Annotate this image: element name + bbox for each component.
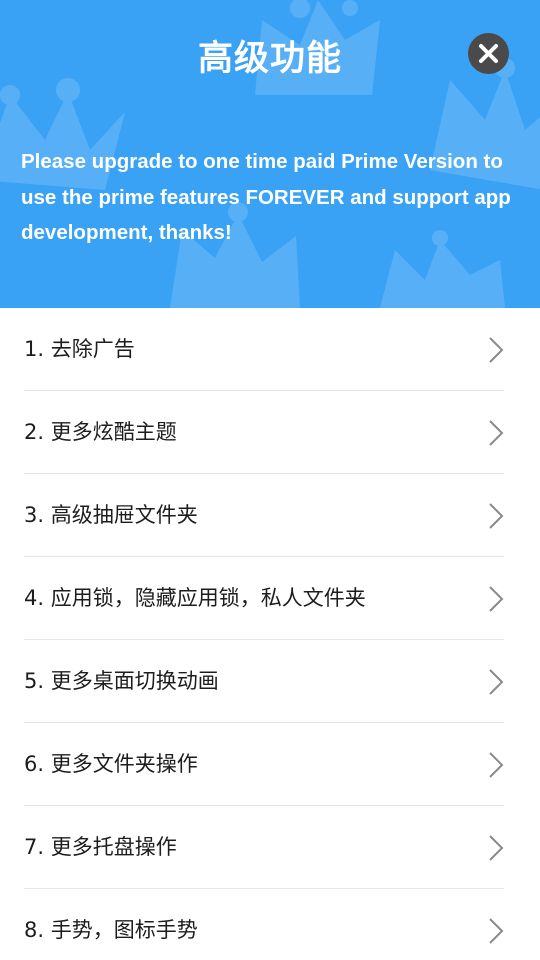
close-button[interactable] [468, 33, 509, 74]
chevron-right-icon [489, 337, 504, 363]
chevron-right-icon [489, 503, 504, 529]
feature-item-app-lock[interactable]: 4. 应用锁，隐藏应用锁，私人文件夹 [0, 557, 540, 640]
chevron-right-icon [489, 752, 504, 778]
feature-label: 4. 应用锁，隐藏应用锁，私人文件夹 [24, 586, 366, 610]
feature-item-transitions[interactable]: 5. 更多桌面切换动画 [0, 640, 540, 723]
header-banner: 高级功能 Please upgrade to one time paid Pri… [0, 0, 540, 308]
feature-item-folder-actions[interactable]: 6. 更多文件夹操作 [0, 723, 540, 806]
feature-item-remove-ads[interactable]: 1. 去除广告 [0, 308, 540, 391]
upgrade-message: Please upgrade to one time paid Prime Ve… [21, 150, 511, 244]
close-icon [479, 44, 498, 63]
feature-list: 1. 去除广告 2. 更多炫酷主题 3. 高级抽屉文件夹 4. 应用锁，隐藏应用… [0, 308, 540, 960]
feature-label: 7. 更多托盘操作 [24, 835, 177, 859]
feature-label: 3. 高级抽屉文件夹 [24, 503, 198, 527]
feature-label: 6. 更多文件夹操作 [24, 752, 198, 776]
feature-label: 8. 手势，图标手势 [24, 918, 198, 942]
chevron-right-icon [489, 918, 504, 944]
chevron-right-icon [489, 835, 504, 861]
feature-item-dock-actions[interactable]: 7. 更多托盘操作 [0, 806, 540, 889]
chevron-right-icon [489, 586, 504, 612]
feature-item-themes[interactable]: 2. 更多炫酷主题 [0, 391, 540, 474]
feature-item-drawer-folders[interactable]: 3. 高级抽屉文件夹 [0, 474, 540, 557]
prime-features-screen: 高级功能 Please upgrade to one time paid Pri… [0, 0, 540, 960]
feature-label: 2. 更多炫酷主题 [24, 420, 177, 444]
feature-label: 5. 更多桌面切换动画 [24, 669, 219, 693]
page-title: 高级功能 [197, 39, 342, 79]
feature-label: 1. 去除广告 [24, 337, 135, 361]
feature-item-gestures[interactable]: 8. 手势，图标手势 [0, 889, 540, 960]
chevron-right-icon [489, 420, 504, 446]
chevron-right-icon [489, 669, 504, 695]
